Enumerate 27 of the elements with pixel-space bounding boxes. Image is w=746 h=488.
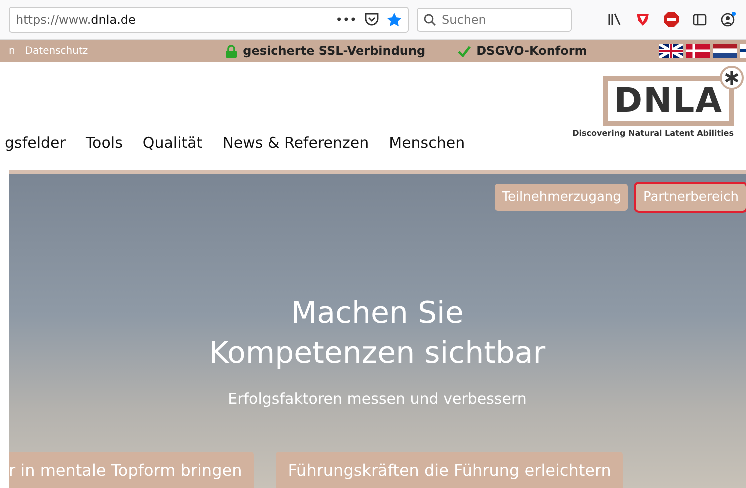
shield-icon[interactable] <box>636 12 650 26</box>
pocket-icon[interactable] <box>365 13 379 26</box>
bookmark-star-icon[interactable] <box>387 12 402 26</box>
nav-link[interactable]: News & Referenzen <box>222 134 370 152</box>
lock-icon <box>226 44 238 58</box>
url-host: dnla.de <box>91 12 136 26</box>
address-bar[interactable]: https://www.dnla.de ••• <box>9 6 409 32</box>
logo-tagline: Discovering Natural Latent Abilities <box>572 129 734 138</box>
trust-badge-label: DSGVO-Konform <box>476 44 588 58</box>
sidebar-icon[interactable] <box>693 14 707 26</box>
trust-badge-label: gesicherte SSL-Verbindung <box>243 44 426 58</box>
uk-flag-icon[interactable] <box>659 44 683 58</box>
library-icon[interactable] <box>608 13 622 26</box>
nav-link[interactable]: gsfelder <box>5 134 66 152</box>
hero-subline: Erfolgsfaktoren messen und verbessern <box>227 390 528 408</box>
search-field[interactable]: Suchen <box>417 8 572 32</box>
check-icon <box>458 46 471 56</box>
account-icon[interactable] <box>721 12 736 27</box>
netherlands-flag-icon[interactable] <box>713 44 737 58</box>
url-scheme: https://www. <box>16 12 92 26</box>
hero-headline: Machen Sie Kompetenzen sichtbar <box>208 295 547 373</box>
nav-link[interactable]: Tools <box>86 134 123 152</box>
nav-link[interactable]: Menschen <box>389 134 466 152</box>
denmark-flag-icon[interactable] <box>686 44 710 58</box>
nav-link[interactable]: Qualität <box>142 134 203 152</box>
page-actions-button[interactable]: ••• <box>336 12 357 26</box>
adblock-icon[interactable] <box>664 12 679 27</box>
